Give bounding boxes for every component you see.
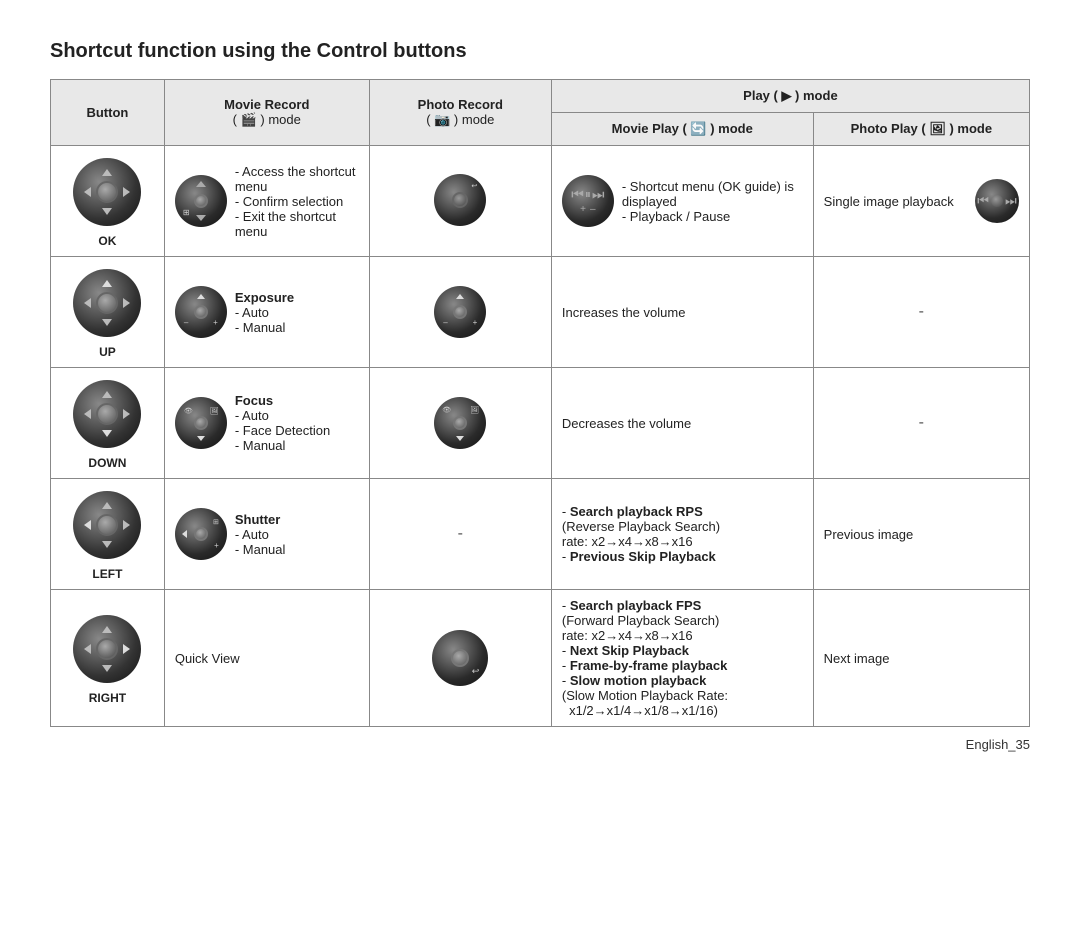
up-movie-play-text: Increases the volume xyxy=(562,305,686,320)
header-button: Button xyxy=(51,80,165,146)
button-cell-down: DOWN xyxy=(51,368,165,479)
ok-movie-play-cell: ⏮ ⏸ ⏭ + – - Shortcut menu (OK guide) is … xyxy=(551,146,813,257)
right-photo-play-text: Next image xyxy=(824,651,890,666)
ok-photo-record-cell: ↩ xyxy=(369,146,551,257)
header-play-mode: Play ( ▶ ) mode xyxy=(551,80,1029,113)
left-label: LEFT xyxy=(92,567,122,581)
left-movie-icon: + ⊞ xyxy=(175,508,227,560)
header-movie-record: Movie Record ( 🎬 ) mode xyxy=(164,80,369,146)
button-cell-up: UP xyxy=(51,257,165,368)
ok-button-circle xyxy=(73,158,141,226)
shortcut-table: Button Movie Record ( 🎬 ) mode Photo Rec… xyxy=(50,79,1030,727)
page-title: Shortcut function using the Control butt… xyxy=(50,40,1030,63)
ok-photo-icon: ↩ xyxy=(434,174,486,226)
button-cell-left: LEFT xyxy=(51,479,165,590)
left-movie-record-cell: + ⊞ Shutter- Auto- Manual xyxy=(164,479,369,590)
right-movie-record-text: Quick View xyxy=(175,651,240,666)
up-photo-icon: + – xyxy=(434,286,486,338)
button-cell-right: RIGHT xyxy=(51,590,165,727)
left-movie-play-cell: - Search playback RPS (Reverse Playback … xyxy=(551,479,813,590)
right-label: RIGHT xyxy=(89,691,126,705)
ok-photo-play-icon: ⏮ ⏭ xyxy=(975,179,1019,223)
ok-photo-play-text: Single image playback xyxy=(824,194,967,209)
right-photo-icon: ↩ xyxy=(432,630,488,686)
up-photo-play-cell: - xyxy=(813,257,1029,368)
down-movie-icon: 👁 🖼 xyxy=(175,397,227,449)
ok-movie-play-text: - Shortcut menu (OK guide) is displayed-… xyxy=(622,179,803,224)
right-button-circle xyxy=(73,615,141,683)
ok-label: OK xyxy=(98,234,116,248)
down-photo-record-cell: 👁 🖼 xyxy=(369,368,551,479)
down-movie-play-text: Decreases the volume xyxy=(562,416,691,431)
up-movie-record-text: Exposure- Auto- Manual xyxy=(235,290,359,335)
header-movie-play: Movie Play ( 🔄 ) mode xyxy=(551,113,813,146)
right-movie-record-cell: Quick View xyxy=(164,590,369,727)
left-button-circle xyxy=(73,491,141,559)
footer: English_35 xyxy=(50,737,1030,752)
down-photo-icon: 👁 🖼 xyxy=(434,397,486,449)
up-label: UP xyxy=(99,345,116,359)
ok-movie-record-cell: ⊞ - Access the shortcut menu- Confirm se… xyxy=(164,146,369,257)
ok-movie-record-text: - Access the shortcut menu- Confirm sele… xyxy=(235,164,359,239)
left-photo-play-text: Previous image xyxy=(824,527,914,542)
left-photo-play-cell: Previous image xyxy=(813,479,1029,590)
down-photo-play-cell: - xyxy=(813,368,1029,479)
ok-movie-play-icon: ⏮ ⏸ ⏭ + – xyxy=(562,175,614,227)
button-cell-ok: OK xyxy=(51,146,165,257)
ok-photo-play-cell: Single image playback ⏮ ⏭ xyxy=(813,146,1029,257)
table-row: UP + – Exposure- Auto- Manual xyxy=(51,257,1030,368)
header-photo-play: Photo Play ( 🖼 ) mode xyxy=(813,113,1029,146)
up-movie-record-cell: + – Exposure- Auto- Manual xyxy=(164,257,369,368)
header-movie-record-label: Movie Record xyxy=(224,97,309,112)
header-photo-record-sub: ( 📷 ) mode xyxy=(426,112,494,127)
down-movie-record-cell: 👁 🖼 Focus- Auto- Face Detection- Manual xyxy=(164,368,369,479)
right-movie-play-cell: - Search playback FPS (Forward Playback … xyxy=(551,590,813,727)
down-movie-play-cell: Decreases the volume xyxy=(551,368,813,479)
left-movie-record-text: Shutter- Auto- Manual xyxy=(235,512,359,557)
down-movie-record-text: Focus- Auto- Face Detection- Manual xyxy=(235,393,359,453)
table-row: LEFT + ⊞ Shutter- Auto- Manual xyxy=(51,479,1030,590)
right-photo-play-cell: Next image xyxy=(813,590,1029,727)
up-movie-play-cell: Increases the volume xyxy=(551,257,813,368)
right-photo-record-cell: ↩ xyxy=(369,590,551,727)
up-button-circle xyxy=(73,269,141,337)
header-photo-record-label: Photo Record xyxy=(418,97,503,112)
ok-movie-icon: ⊞ xyxy=(175,175,227,227)
table-row: RIGHT Quick View ↩ - Search playback FPS… xyxy=(51,590,1030,727)
down-button-circle xyxy=(73,380,141,448)
header-movie-record-sub: ( 🎬 ) mode xyxy=(233,112,301,127)
table-row: DOWN 👁 🖼 Focus- Auto- Face Detection- xyxy=(51,368,1030,479)
table-row: OK ⊞ - Access the shortcut menu- Confi xyxy=(51,146,1030,257)
up-movie-icon: + – xyxy=(175,286,227,338)
up-photo-record-cell: + – xyxy=(369,257,551,368)
left-photo-record-cell: - xyxy=(369,479,551,590)
down-label: DOWN xyxy=(88,456,126,470)
header-photo-record: Photo Record ( 📷 ) mode xyxy=(369,80,551,146)
